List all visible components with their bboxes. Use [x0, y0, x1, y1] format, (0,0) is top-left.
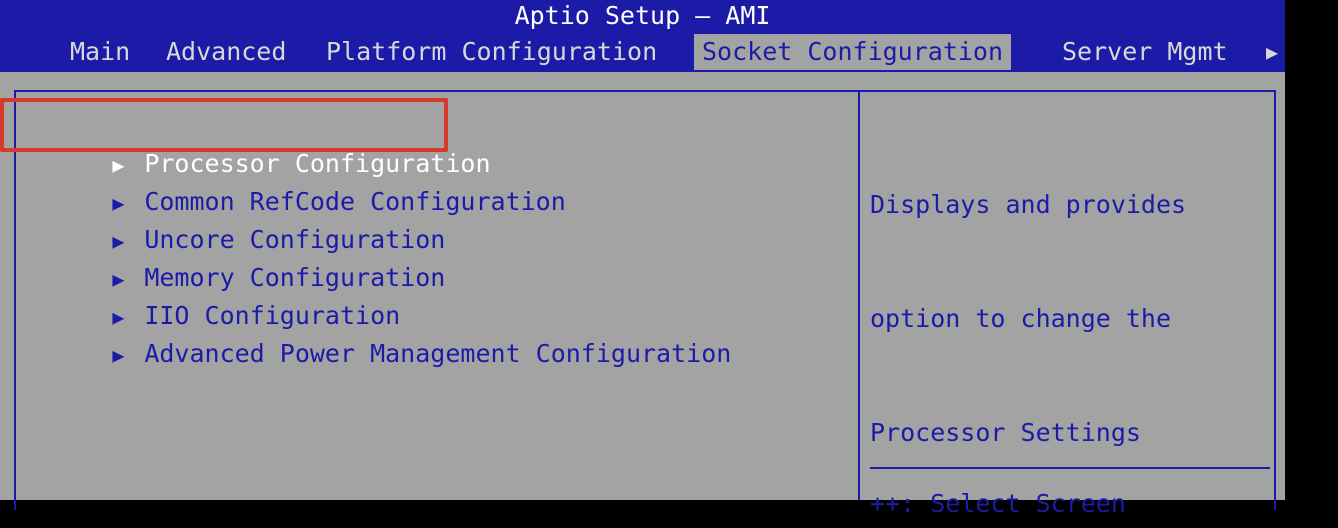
menu-item-iio-configuration[interactable]: ▶ IIO Configuration — [22, 262, 400, 330]
submenu-arrow-icon: ▶ — [112, 343, 125, 367]
more-tabs-arrow-icon[interactable]: ▶ — [1266, 34, 1278, 70]
menu-item-label: Advanced Power Management Configuration — [144, 339, 732, 368]
help-line: option to change the — [870, 304, 1172, 333]
key-hints-cutoff: ++: Select Screen — [870, 489, 1126, 518]
menu-item-uncore-configuration[interactable]: ▶ Uncore Configuration — [22, 186, 445, 254]
help-separator — [870, 467, 1270, 469]
tab-server-mgmt[interactable]: Server Mgmt — [1054, 34, 1236, 70]
bios-window: Aptio Setup – AMI Main Advanced Platform… — [0, 0, 1285, 518]
tab-socket-configuration[interactable]: Socket Configuration — [694, 34, 1012, 70]
selection-highlight-box — [0, 98, 448, 152]
menu-item-advanced-power-management-configuration[interactable]: ▶ Advanced Power Management Configuration — [22, 300, 731, 368]
menu-item-common-refcode-configuration[interactable]: ▶ Common RefCode Configuration — [22, 148, 565, 216]
tab-main[interactable]: Main — [62, 34, 138, 70]
tab-platform-configuration[interactable]: Platform Configuration — [318, 34, 665, 70]
menu-item-memory-configuration[interactable]: ▶ Memory Configuration — [22, 224, 445, 292]
help-text: Displays and provides option to change t… — [870, 110, 1270, 528]
title-bar: Aptio Setup – AMI Main Advanced Platform… — [0, 0, 1285, 72]
tab-advanced[interactable]: Advanced — [158, 34, 294, 70]
help-line: Processor Settings — [870, 418, 1141, 447]
app-title: Aptio Setup – AMI — [514, 1, 771, 30]
help-line: Displays and provides — [870, 190, 1187, 219]
help-divider — [858, 90, 860, 500]
